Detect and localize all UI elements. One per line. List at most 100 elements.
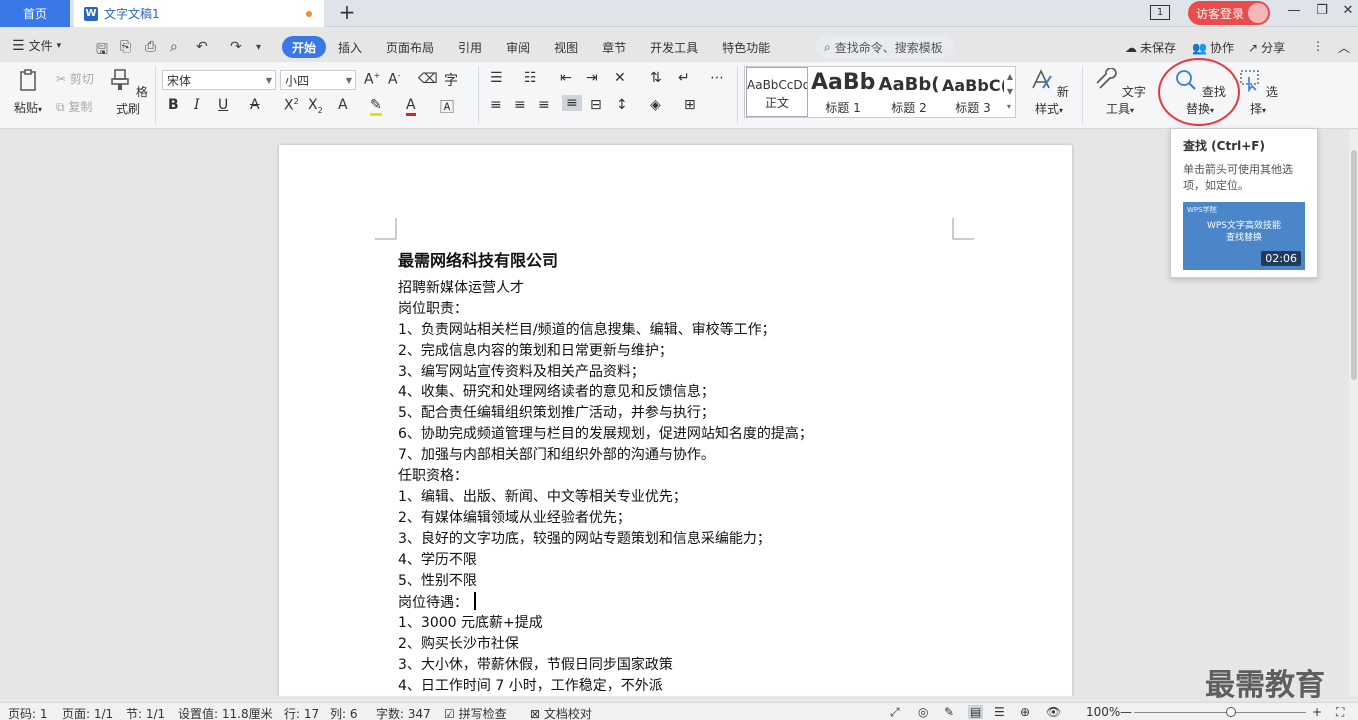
zoom-out-button[interactable]: — (1120, 705, 1132, 719)
style-heading-2[interactable]: AaBb( 标题 2 (877, 67, 941, 117)
status-column[interactable]: 列: 6 (330, 705, 358, 720)
zoom-slider-handle[interactable] (1226, 707, 1236, 717)
more-icon[interactable]: ⋮ (1312, 39, 1324, 53)
print-preview-icon[interactable]: ⌕ (170, 39, 178, 55)
underline-icon[interactable]: U (218, 97, 228, 113)
shrink-font-icon[interactable]: A- (388, 71, 400, 88)
tutorial-video-thumbnail[interactable]: WPS学院 WPS文字高效技能 查找替换 02:06 (1183, 202, 1305, 270)
paste-button[interactable]: 粘贴▾ (10, 68, 46, 116)
zoom-slider[interactable] (1134, 712, 1306, 713)
bold-icon[interactable]: B (168, 97, 179, 113)
close-button[interactable]: ✕ (1336, 3, 1358, 23)
undo-icon[interactable]: ↶ (196, 39, 208, 55)
web-view-icon[interactable]: ⊕ (1020, 705, 1030, 719)
redo-icon[interactable]: ↷ (230, 39, 242, 55)
style-heading-3[interactable]: AaBbC( 标题 3 (942, 67, 1004, 117)
outline-view-icon[interactable]: ☰ (994, 705, 1005, 719)
tab-home[interactable]: 首页 (0, 0, 70, 27)
copy-button[interactable]: ⧉ 复制 (56, 98, 92, 115)
font-name-select[interactable]: 宋体 ▼ (162, 70, 276, 90)
restore-button[interactable]: ❐ (1310, 3, 1334, 23)
cut-button[interactable]: ✂ 剪切 (56, 70, 94, 87)
chinese-layout-icon[interactable]: ✕ (614, 70, 626, 86)
superscript-icon[interactable]: X2 (284, 97, 299, 114)
style-heading-1[interactable]: AaBb 标题 1 (811, 67, 875, 117)
status-row[interactable]: 行: 17 (284, 705, 319, 720)
document-page[interactable]: 最需网络科技有限公司 招聘新媒体运营人才 岗位职责： 1、负责网站相关栏目/频道的信… (279, 145, 1072, 696)
scrollbar-thumb[interactable] (1351, 150, 1357, 380)
borders-icon[interactable]: ⊞ (684, 97, 696, 113)
font-size-select[interactable]: 小四 ▼ (280, 70, 356, 90)
phonetic-guide-icon[interactable]: 字 (444, 70, 458, 90)
status-wordcount[interactable]: 字数: 347 (376, 705, 431, 720)
share-button[interactable]: ↗ 分享 (1248, 39, 1285, 56)
bullet-list-icon[interactable]: ☰ (490, 70, 503, 86)
minimize-button[interactable]: — (1282, 3, 1306, 23)
eye-protection-icon[interactable]: ◎ (918, 705, 928, 719)
page-layout-badge[interactable]: 1 (1150, 5, 1170, 20)
status-pages[interactable]: 页面: 1/1 (62, 705, 113, 720)
text-effect-icon[interactable]: A (338, 97, 348, 113)
tab-home-ribbon[interactable]: 开始 (282, 36, 327, 58)
italic-icon[interactable]: I (194, 97, 200, 113)
tab-references[interactable]: 引用 (446, 36, 494, 58)
zoom-in-button[interactable]: + (1312, 705, 1322, 719)
subscript-icon[interactable]: X2 (308, 97, 323, 115)
new-style-button[interactable]: 新样式▾ (1024, 68, 1074, 117)
align-right-icon[interactable]: ≡ (538, 97, 550, 113)
select-button[interactable]: 选择▾ (1238, 68, 1278, 117)
tab-document[interactable]: W 文字文稿1 (74, 0, 324, 27)
unsaved-button[interactable]: ☁ 未保存 (1125, 39, 1176, 56)
increase-indent-icon[interactable]: ⇥ (586, 70, 598, 86)
spellcheck-button[interactable]: ☑ 拼写检查 (444, 705, 507, 720)
export-pdf-icon[interactable]: ⎘ (120, 39, 131, 55)
new-tab-button[interactable]: + (336, 2, 358, 24)
file-menu[interactable]: ☰ 文件 ▾ (12, 37, 61, 54)
format-painter-button[interactable]: 格式刷 (108, 68, 148, 117)
document-body[interactable]: 最需网络科技有限公司 招聘新媒体运营人才 岗位职责： 1、负责网站相关栏目/频道的信… (398, 251, 958, 696)
zoom-level[interactable]: 100% (1086, 705, 1120, 719)
reading-mode-icon[interactable]: 👁 (1046, 705, 1061, 719)
sort-icon[interactable]: ⇅ (650, 70, 662, 86)
guest-login-button[interactable]: 访客登录 (1188, 1, 1270, 25)
command-search-input[interactable]: ⌕ 查找命令、搜索模板 (816, 36, 954, 58)
collapse-ribbon-icon[interactable]: ︿ (1338, 39, 1350, 56)
clear-format-icon[interactable]: ⌫ (418, 71, 438, 87)
collab-button[interactable]: 👥 协作 (1192, 39, 1234, 56)
styles-scroll-icon[interactable]: ▲ ▼ ▾ (1007, 69, 1013, 114)
strikethrough-icon[interactable]: A (250, 97, 260, 113)
align-center-icon[interactable]: ≡ (514, 97, 526, 113)
tab-stops-icon[interactable]: ⋯ (710, 70, 724, 86)
edit-mode-icon[interactable]: ✎ (944, 705, 954, 719)
status-section[interactable]: 节: 1/1 (126, 705, 165, 720)
status-page-number[interactable]: 页码: 1 (8, 705, 48, 720)
fullscreen-icon[interactable]: ⤢ (890, 705, 900, 720)
fit-page-icon[interactable]: ⛶ (1336, 705, 1344, 720)
decrease-indent-icon[interactable]: ⇤ (560, 70, 572, 86)
highlight-icon[interactable]: ✎ (370, 97, 382, 116)
style-normal[interactable]: AaBbCcDd 正文 (746, 67, 808, 117)
font-color-icon[interactable]: A (406, 97, 416, 116)
tab-view[interactable]: 视图 (542, 36, 590, 58)
justify-icon[interactable]: ≡ (562, 95, 582, 111)
proofread-button[interactable]: ⊠ 文档校对 (530, 705, 592, 720)
text-tools-button[interactable]: 文字工具▾ (1092, 67, 1148, 117)
numbered-list-icon[interactable]: ☷ (524, 70, 537, 86)
grow-font-icon[interactable]: A+ (364, 71, 380, 88)
distributed-icon[interactable]: ⊟ (590, 97, 602, 113)
document-canvas[interactable]: 最需网络科技有限公司 招聘新媒体运营人才 岗位职责： 1、负责网站相关栏目/频道的信… (0, 130, 1358, 696)
align-left-icon[interactable]: ≡ (490, 97, 502, 113)
shading-icon[interactable]: ◈ (650, 97, 661, 113)
status-setting[interactable]: 设置值: 11.8厘米 (178, 705, 273, 720)
tab-section[interactable]: 章节 (590, 36, 638, 58)
customize-quick-access-icon[interactable]: ▾ (256, 42, 261, 53)
tab-features[interactable]: 特色功能 (710, 36, 782, 58)
line-spacing-icon[interactable]: ↕ (616, 97, 628, 113)
char-border-icon[interactable]: 🄰 (440, 97, 454, 117)
show-marks-icon[interactable]: ↵ (678, 70, 690, 86)
save-icon[interactable]: 🖫 (96, 39, 108, 63)
tab-review[interactable]: 审阅 (494, 36, 542, 58)
tab-developer[interactable]: 开发工具 (638, 36, 710, 58)
print-icon[interactable]: ⎙ (145, 39, 156, 55)
page-view-icon[interactable]: ▤ (968, 705, 984, 719)
